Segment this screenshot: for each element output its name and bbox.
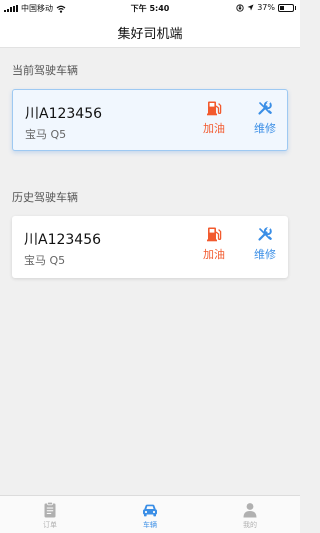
status-bar: 中国移动 下午 5:40 37%	[0, 0, 300, 16]
tab-orders-label: 订单	[43, 521, 57, 529]
clipboard-icon	[44, 501, 56, 518]
tab-me-label: 我的	[243, 521, 257, 529]
tab-vehicles[interactable]: 车辆	[100, 496, 200, 533]
refuel-label: 加油	[203, 122, 225, 135]
battery-icon	[278, 3, 296, 12]
status-right: 37%	[236, 3, 296, 12]
tab-orders[interactable]: 订单	[0, 496, 100, 533]
repair-label: 维修	[254, 122, 276, 135]
tab-vehicles-label: 车辆	[143, 521, 157, 529]
history-vehicle-card[interactable]: 川A123456 宝马 Q5 加油 维修	[12, 216, 288, 278]
battery-fill	[280, 5, 285, 10]
vehicle-model: 宝马 Q5	[24, 254, 66, 267]
wrench-screwdriver-icon	[258, 100, 272, 115]
vehicle-plate: 川A123456	[24, 232, 102, 248]
vehicle-plate: 川A123456	[25, 106, 103, 122]
repair-button[interactable]: 维修	[249, 100, 281, 144]
repair-label: 维修	[254, 248, 276, 261]
refuel-button[interactable]: 加油	[198, 100, 230, 144]
current-vehicle-card[interactable]: 川A123456 宝马 Q5 加油 维修	[12, 89, 288, 151]
page-title: 集好司机端	[117, 27, 183, 42]
vehicle-model: 宝马 Q5	[25, 128, 67, 141]
wrench-screwdriver-icon	[258, 226, 272, 241]
car-icon	[143, 504, 157, 517]
fuel-pump-icon	[207, 101, 222, 116]
battery-percent: 37%	[257, 3, 275, 12]
tab-bar: 订单 车辆 我的	[0, 495, 300, 533]
history-section-title: 历史驾驶车辆	[12, 191, 78, 204]
person-icon	[243, 503, 257, 518]
nav-bar: 集好司机端	[0, 16, 300, 48]
tab-me[interactable]: 我的	[200, 496, 300, 533]
repair-button[interactable]: 维修	[249, 226, 281, 270]
fuel-pump-icon	[207, 227, 222, 242]
orientation-lock-icon	[236, 3, 244, 12]
location-icon	[247, 4, 254, 11]
refuel-label: 加油	[203, 248, 225, 261]
current-section-title: 当前驾驶车辆	[12, 64, 78, 77]
refuel-button[interactable]: 加油	[198, 226, 230, 270]
